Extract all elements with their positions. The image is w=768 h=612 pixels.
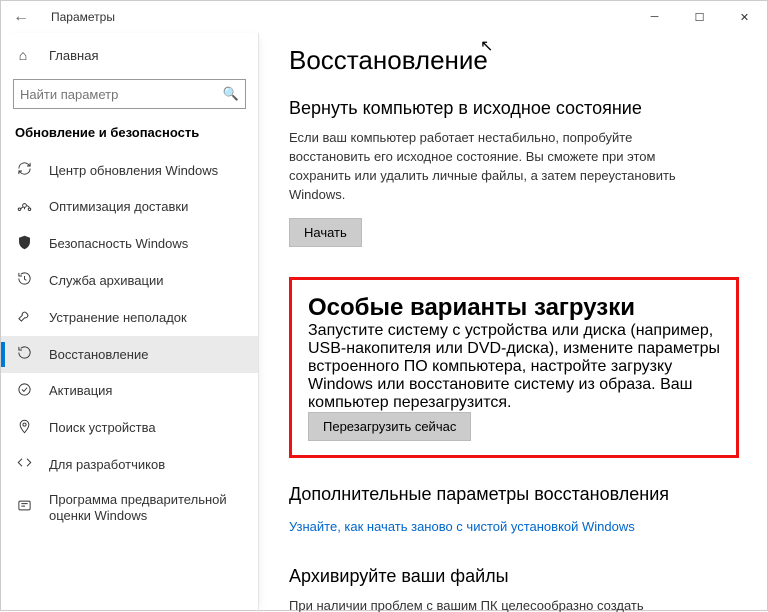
window-title: Параметры <box>51 10 115 24</box>
sidebar-item-developers[interactable]: Для разработчиков <box>1 446 258 483</box>
search-field[interactable] <box>20 87 223 102</box>
home-icon: ⌂ <box>13 47 33 63</box>
section-advanced-startup: Особые варианты загрузки Запустите систе… <box>289 277 739 458</box>
backup-icon <box>15 271 33 290</box>
location-icon <box>15 419 33 438</box>
close-button[interactable]: ✕ <box>722 1 767 33</box>
backup-heading: Архивируйте ваши файлы <box>289 566 739 587</box>
backup-body: При наличии проблем с вашим ПК целесообр… <box>289 597 709 612</box>
section-more-recovery: Дополнительные параметры восстановления … <box>289 484 739 536</box>
sidebar-category: Обновление и безопасность <box>1 125 258 152</box>
page-title: Восстановление <box>289 45 739 76</box>
home-label: Главная <box>49 48 98 63</box>
advanced-heading: Особые варианты загрузки <box>308 294 720 322</box>
sidebar-item-delivery[interactable]: Оптимизация доставки <box>1 189 258 226</box>
reset-body: Если ваш компьютер работает нестабильно,… <box>289 129 709 204</box>
section-reset: Вернуть компьютер в исходное состояние Е… <box>289 98 739 247</box>
more-heading: Дополнительные параметры восстановления <box>289 484 739 505</box>
main-panel: Восстановление Вернуть компьютер в исход… <box>259 33 767 612</box>
back-button[interactable]: ← <box>9 8 33 26</box>
recovery-icon <box>15 345 33 364</box>
advanced-body: Запустите систему с устройства или диска… <box>308 322 720 412</box>
sidebar-item-security[interactable]: Безопасность Windows <box>1 226 258 263</box>
sidebar-item-windows-update[interactable]: Центр обновления Windows <box>1 152 258 189</box>
sidebar: ⌂ Главная 🔍 Обновление и безопасность Це… <box>1 33 259 612</box>
search-icon: 🔍 <box>223 86 239 102</box>
minimize-button[interactable]: ─ <box>632 1 677 33</box>
search-input[interactable]: 🔍 <box>13 79 246 109</box>
sidebar-item-activation[interactable]: Активация <box>1 373 258 410</box>
section-backup-files: Архивируйте ваши файлы При наличии пробл… <box>289 566 739 612</box>
sidebar-item-find-device[interactable]: Поиск устройства <box>1 410 258 447</box>
sidebar-item-insider[interactable]: Программа предварительной оценки Windows <box>1 483 258 532</box>
code-icon <box>15 455 33 474</box>
sidebar-item-recovery[interactable]: Восстановление <box>1 336 258 373</box>
maximize-button[interactable]: ☐ <box>677 1 722 33</box>
delivery-icon <box>15 198 33 217</box>
wrench-icon <box>15 308 33 327</box>
sidebar-item-backup[interactable]: Служба архивации <box>1 262 258 299</box>
reset-button[interactable]: Начать <box>289 218 362 247</box>
shield-icon <box>15 235 33 254</box>
restart-now-button[interactable]: Перезагрузить сейчас <box>308 412 471 441</box>
fresh-start-link[interactable]: Узнайте, как начать заново с чистой уста… <box>289 519 635 534</box>
reset-heading: Вернуть компьютер в исходное состояние <box>289 98 739 119</box>
sync-icon <box>15 161 33 180</box>
activation-icon <box>15 382 33 401</box>
home-item[interactable]: ⌂ Главная <box>1 41 258 69</box>
insider-icon <box>15 498 33 517</box>
sidebar-item-troubleshoot[interactable]: Устранение неполадок <box>1 299 258 336</box>
